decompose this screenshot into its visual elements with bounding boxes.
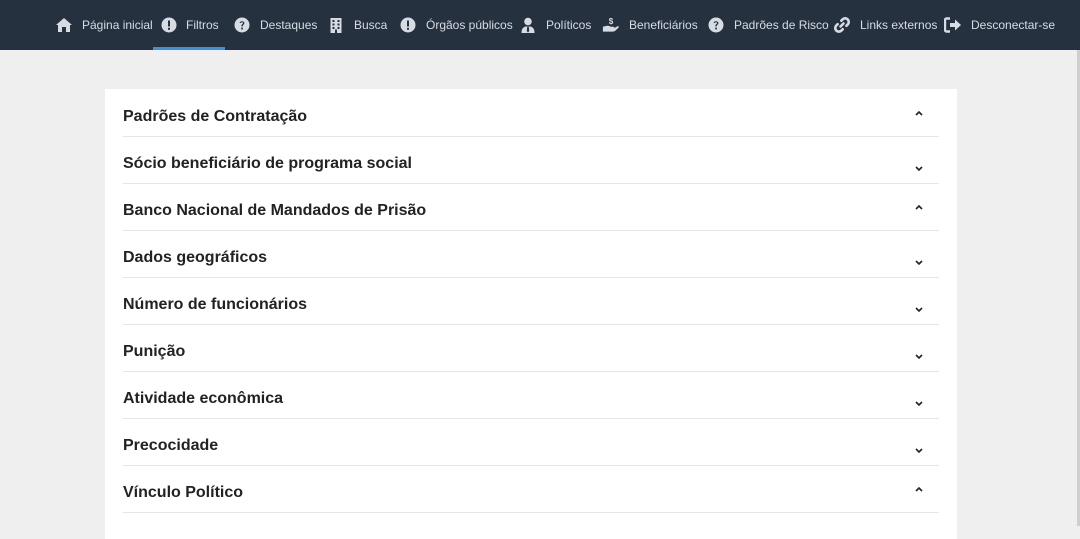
accordion-item-vinculo-politico[interactable]: Vínculo Político (123, 465, 939, 513)
nav-item-padroes-de-risco[interactable]: Padrões de Risco (707, 0, 829, 50)
top-navbar: Página inicial Filtros Destaques Busca Ó (0, 0, 1080, 50)
building-icon (327, 16, 345, 34)
accordion-title: Banco Nacional de Mandados de Prisão (123, 202, 427, 219)
nav-item-politicos[interactable]: Políticos (519, 0, 591, 50)
svg-text:$: $ (609, 17, 614, 26)
nav-item-label: Destaques (260, 18, 318, 32)
accordion-item-precocidade[interactable]: Precocidade (123, 418, 939, 466)
chevron-up-icon (915, 110, 923, 116)
exclamation-circle-icon (399, 16, 417, 34)
question-circle-icon (707, 16, 725, 34)
question-circle-icon (233, 16, 251, 34)
nav-item-label: Padrões de Risco (734, 18, 829, 32)
accordion-item-punicao[interactable]: Punição (123, 324, 939, 372)
accordion-item-atividade-economica[interactable]: Atividade econômica (123, 371, 939, 419)
accordion-item-numero-de-funcionarios[interactable]: Número de funcionários (123, 277, 939, 325)
chevron-down-icon (915, 260, 923, 266)
chevron-up-icon (915, 486, 923, 492)
nav-item-label: Links externos (860, 18, 938, 32)
sign-out-icon (944, 16, 962, 34)
nav-item-label: Desconectar-se (971, 18, 1056, 32)
exclamation-circle-icon (161, 16, 177, 34)
accordion-item-padroes-de-contratacao[interactable]: Padrões de Contratação (123, 89, 939, 137)
accordion-title: Sócio beneficiário de programa social (123, 155, 412, 172)
accordion-item-dados-geograficos[interactable]: Dados geográficos (123, 230, 939, 278)
nav-item-label: Beneficiários (629, 18, 698, 32)
filters-panel: Padrões de Contratação Sócio beneficiári… (105, 89, 957, 539)
accordion-title: Padrões de Contratação (123, 108, 308, 125)
accordion-title: Precocidade (123, 437, 219, 454)
chevron-down-icon (915, 354, 923, 360)
user-tie-icon (519, 16, 537, 34)
accordion-title: Atividade econômica (123, 390, 284, 407)
link-icon (833, 16, 851, 34)
nav-item-filtros[interactable]: Filtros (153, 0, 225, 50)
nav-menu: Página inicial Filtros Destaques Busca Ó (0, 0, 1080, 50)
accordion-item-socio-beneficiario[interactable]: Sócio beneficiário de programa social (123, 136, 939, 184)
nav-item-links-externos[interactable]: Links externos (833, 0, 937, 50)
accordion-title: Punição (123, 343, 186, 360)
chevron-down-icon (915, 401, 923, 407)
accordion-title: Dados geográficos (123, 249, 268, 266)
nav-item-orgaos-publicos[interactable]: Órgãos públicos (399, 0, 513, 50)
accordion-title: Número de funcionários (123, 296, 308, 313)
hand-holding-dollar-icon: $ (602, 16, 620, 34)
accordion-title: Vínculo Político (123, 484, 244, 501)
chevron-down-icon (915, 307, 923, 313)
nav-item-label: Políticos (546, 18, 592, 32)
nav-item-desconectar-se[interactable]: Desconectar-se (944, 0, 1055, 50)
nav-item-pagina-inicial[interactable]: Página inicial (55, 0, 153, 50)
nav-item-busca[interactable]: Busca (327, 0, 387, 50)
home-icon (55, 16, 73, 34)
nav-item-label: Filtros (186, 18, 219, 32)
nav-item-beneficiarios[interactable]: $ Beneficiários (602, 0, 698, 50)
chevron-down-icon (915, 166, 923, 172)
chevron-down-icon (915, 448, 923, 454)
nav-item-label: Página inicial (82, 18, 153, 32)
nav-item-label: Órgãos públicos (426, 18, 513, 32)
nav-item-label: Busca (354, 18, 388, 32)
accordion-item-banco-nacional-mandados[interactable]: Banco Nacional de Mandados de Prisão (123, 183, 939, 231)
nav-item-destaques[interactable]: Destaques (233, 0, 317, 50)
chevron-up-icon (915, 204, 923, 210)
